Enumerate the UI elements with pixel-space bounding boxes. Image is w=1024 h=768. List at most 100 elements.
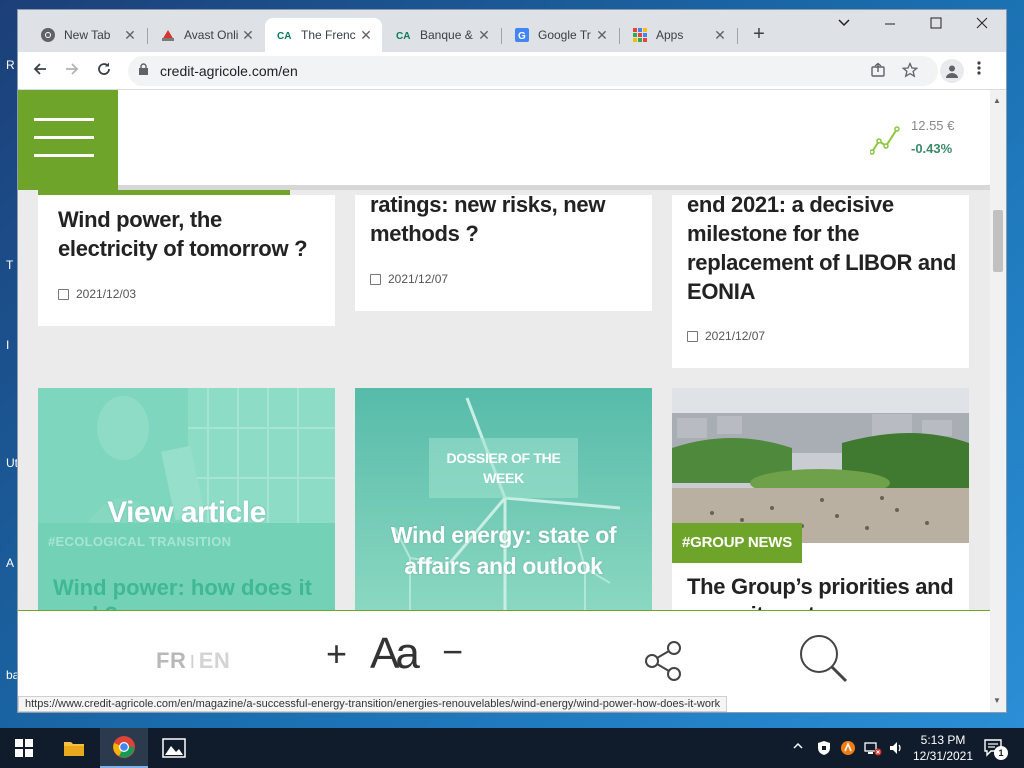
calendar-icon [58, 288, 69, 300]
svg-text:CA: CA [277, 31, 291, 42]
scroll-up-arrow-icon[interactable]: ▲ [993, 96, 1001, 105]
article-card[interactable]: end 2021: a decisive milestone for the r… [672, 192, 969, 368]
close-window-button[interactable] [970, 16, 994, 35]
avast-tray-icon[interactable] [840, 740, 856, 759]
article-card-hovered[interactable]: View article #ECOLOGICAL TRANSITION Wind… [38, 388, 335, 620]
credit-agricole-icon: CA [277, 27, 293, 43]
article-card-group[interactable]: #GROUP NEWS The Group’s priorities and c… [672, 388, 969, 620]
minimize-button[interactable] [878, 16, 902, 35]
close-icon[interactable]: ✕ [594, 27, 610, 44]
forward-button[interactable] [60, 60, 84, 82]
avast-icon [160, 27, 176, 43]
tab-apps[interactable]: Apps ✕ [620, 18, 736, 52]
article-date: 2021/12/03 [58, 287, 136, 301]
view-article-label[interactable]: View article [38, 496, 335, 530]
address-bar[interactable]: credit-agricole.com/en [128, 56, 938, 86]
tab-avast[interactable]: Avast Onli ✕ [148, 18, 264, 52]
close-icon[interactable]: ✕ [358, 27, 374, 44]
lang-fr-link[interactable]: FR [156, 648, 186, 673]
scrollbar-thumb[interactable] [993, 210, 1003, 272]
desktop-icon-label[interactable]: A [6, 556, 14, 570]
tab-banque[interactable]: CA Banque & ✕ [384, 18, 500, 52]
site-header: 12.55 € -0.43% [18, 90, 990, 190]
show-hidden-icons-chevron-icon[interactable] [792, 740, 804, 755]
search-icon[interactable] [798, 633, 850, 690]
lock-icon[interactable] [138, 63, 149, 79]
article-card[interactable]: Wind power, the electricity of tomorrow … [38, 195, 335, 326]
lang-separator: | [190, 652, 195, 668]
tab-title: The Frenc [301, 28, 356, 42]
start-button[interactable] [0, 728, 48, 768]
system-clock[interactable]: 5:13 PM 12/31/2021 [912, 732, 974, 764]
article-tag: #ECOLOGICAL TRANSITION [48, 534, 232, 549]
clock-time: 5:13 PM [920, 733, 966, 747]
share-page-icon[interactable] [870, 62, 886, 82]
accessibility-bar: FR | EN + Aa − [18, 610, 990, 696]
svg-text:G: G [518, 31, 526, 42]
bookmark-star-icon[interactable] [901, 61, 919, 82]
dossier-badge: DOSSIER OF THE WEEK [429, 438, 578, 498]
network-icon[interactable] [864, 740, 882, 759]
volume-icon[interactable] [888, 740, 906, 759]
article-date-text: 2021/12/07 [705, 329, 766, 343]
tab-title: Google Tr [538, 28, 591, 42]
calendar-icon [687, 330, 698, 342]
article-tag[interactable]: #GROUP NEWS [672, 523, 803, 563]
tab-search-chevron-icon[interactable] [832, 16, 856, 35]
tab-title: Avast Onli [184, 28, 239, 42]
new-tab-button[interactable]: + [749, 24, 769, 44]
tab-the-french[interactable]: CA The Frenc ✕ [265, 18, 382, 52]
chrome-taskbar-icon[interactable] [100, 728, 148, 768]
font-decrease-button[interactable]: − [442, 631, 463, 673]
google-translate-icon: G [514, 27, 530, 43]
chrome-icon [40, 27, 56, 43]
calendar-icon [370, 273, 381, 285]
photos-app-icon[interactable] [150, 728, 198, 768]
svg-text:CA: CA [396, 31, 410, 42]
stock-change: -0.43% [911, 141, 953, 156]
lang-en-link[interactable]: EN [199, 648, 231, 673]
font-increase-button[interactable]: + [326, 633, 347, 675]
close-icon[interactable]: ✕ [712, 27, 728, 44]
close-icon[interactable]: ✕ [476, 27, 492, 44]
browser-window: New Tab ✕ Avast Onli ✕ CA The Frenc ✕ CA… [18, 10, 1006, 712]
more-menu-icon[interactable] [976, 60, 982, 81]
stock-price: 12.55 € [911, 118, 955, 133]
article-title[interactable]: ratings: new risks, new methods ? [370, 190, 640, 248]
apps-grid-icon [632, 27, 648, 43]
article-date-text: 2021/12/03 [76, 287, 137, 301]
desktop-icon-label[interactable]: R [6, 58, 15, 72]
profile-avatar-icon[interactable] [940, 59, 964, 83]
tab-google-translate[interactable]: G Google Tr ✕ [502, 18, 618, 52]
page-scrollbar[interactable]: ▲ ▼ [990, 90, 1006, 712]
desktop-icon-label[interactable]: Ut [6, 456, 18, 470]
url-text[interactable]: credit-agricole.com/en [160, 63, 298, 79]
taskbar: 5:13 PM 12/31/2021 1 [0, 728, 1024, 768]
article-title[interactable]: end 2021: a decisive milestone for the r… [687, 190, 957, 306]
page-viewport: 12.55 € -0.43% Wind power, the electrici… [18, 90, 990, 696]
back-button[interactable] [28, 60, 52, 82]
article-card-dossier[interactable]: DOSSIER OF THE WEEK Wind energy: state o… [355, 388, 652, 620]
desktop-icon-label[interactable]: T [6, 258, 13, 272]
article-date-text: 2021/12/07 [388, 272, 449, 286]
tab-new-tab[interactable]: New Tab ✕ [28, 18, 146, 52]
wind-turbines-image [355, 388, 652, 620]
article-title[interactable]: Wind energy: state of affairs and outloo… [375, 520, 632, 582]
reload-button[interactable] [92, 60, 116, 82]
desktop-icon-label[interactable]: I [6, 338, 9, 352]
dossier-badge-text: DOSSIER OF THE WEEK [446, 450, 561, 486]
paris-park-image [672, 388, 969, 543]
security-shield-icon[interactable] [816, 740, 832, 759]
file-explorer-icon[interactable] [50, 728, 98, 768]
article-date: 2021/12/07 [370, 272, 448, 286]
close-icon[interactable]: ✕ [122, 27, 138, 44]
tab-title: Banque & [420, 28, 473, 42]
scroll-down-arrow-icon[interactable]: ▼ [993, 696, 1001, 705]
close-icon[interactable]: ✕ [240, 27, 256, 44]
article-card[interactable]: ratings: new risks, new methods ? 2021/1… [355, 192, 652, 311]
hamburger-menu-icon[interactable] [18, 90, 118, 190]
share-icon[interactable] [642, 639, 686, 688]
maximize-button[interactable] [924, 16, 948, 35]
article-title[interactable]: Wind power, the electricity of tomorrow … [58, 205, 326, 263]
tab-title: Apps [656, 28, 684, 42]
